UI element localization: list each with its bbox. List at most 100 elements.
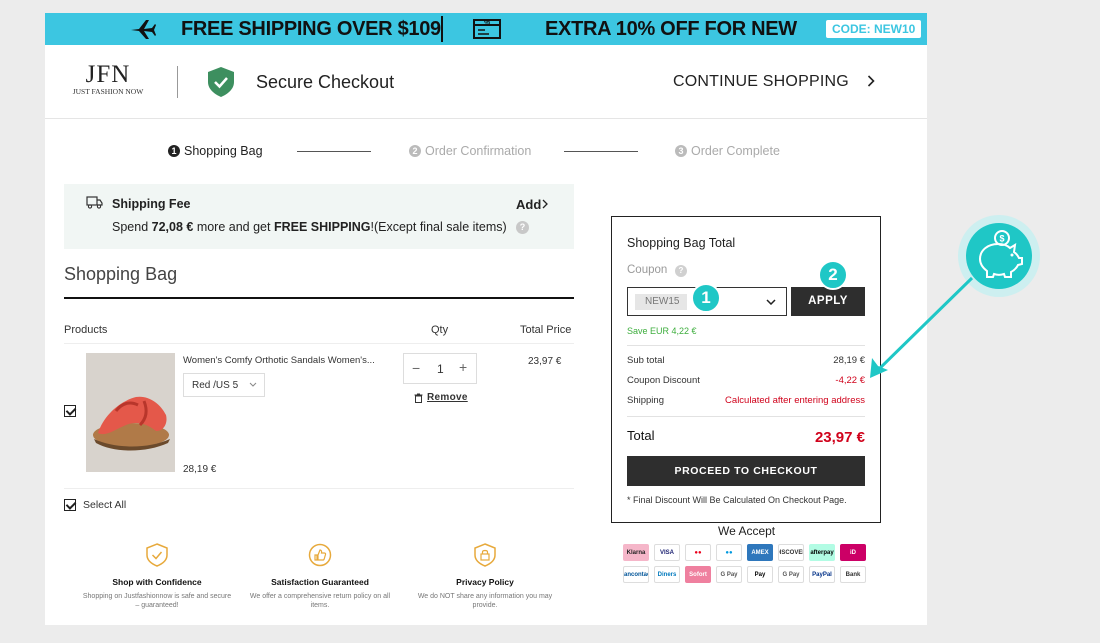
add-items-link[interactable]: Add <box>516 197 541 212</box>
payment-icon-visa: VISA <box>654 544 680 561</box>
qty-value[interactable]: 1 <box>437 362 444 376</box>
payment-icon-id: iD <box>840 544 866 561</box>
svg-text:$: $ <box>999 234 1004 244</box>
payment-icon-sofort: Sofort <box>685 566 711 583</box>
payment-icon-diners: Diners <box>654 566 680 583</box>
product-image[interactable] <box>86 353 175 472</box>
chevron-right-icon[interactable] <box>542 199 548 209</box>
row-divider <box>64 488 574 489</box>
shipping-fee-title: Shipping Fee <box>112 197 191 211</box>
step-shopping-bag: 1 Shopping Bag <box>168 144 263 158</box>
truck-icon <box>86 196 103 209</box>
coupon-help-icon[interactable]: ? <box>675 265 687 277</box>
airplane-icon <box>131 20 156 39</box>
payment-icon-discover: DISCOVER <box>778 544 804 561</box>
feature-privacy: Privacy Policy We do NOT share any infor… <box>410 543 560 610</box>
col-products: Products <box>64 324 108 336</box>
checkout-page: FREE SHIPPING OVER $109 % EXTRA 10% OFF … <box>45 13 927 625</box>
unit-price: 28,19 € <box>183 464 217 475</box>
payment-icon-g-pay: G Pay <box>716 566 742 583</box>
shield-check-icon <box>208 67 234 97</box>
step-order-confirmation: 2 Order Confirmation <box>409 144 531 158</box>
payment-icon-paypal: PayPal <box>809 566 835 583</box>
summary-divider <box>627 416 865 417</box>
sandal-image <box>86 353 175 472</box>
payment-icon--: ●● <box>685 544 711 561</box>
feature-title: Shop with Confidence <box>112 577 202 587</box>
step-label: Order Confirmation <box>425 144 532 158</box>
shield-check-icon <box>146 543 168 567</box>
step-number: 2 <box>409 145 421 157</box>
row-divider <box>64 343 574 344</box>
proceed-to-checkout-button[interactable]: PROCEED TO CHECKOUT <box>627 456 865 486</box>
checkout-note: * Final Discount Will Be Calculated On C… <box>627 495 847 505</box>
msg-suffix: !(Except final sale items) <box>370 220 507 234</box>
logo-main: JFN <box>85 61 131 88</box>
discount-row: Coupon Discount -4,22 € <box>627 375 865 386</box>
banner-shipping-text: FREE SHIPPING OVER $109 <box>181 18 441 40</box>
trash-icon <box>414 393 423 403</box>
chevron-down-icon <box>249 382 257 387</box>
step-label: Shopping Bag <box>184 144 263 158</box>
payment-icon-afterpay: afterpay <box>809 544 835 561</box>
payment-icon-klarna: Klarna <box>623 544 649 561</box>
help-icon[interactable]: ? <box>516 221 529 234</box>
svg-text:%: % <box>484 20 491 27</box>
total-label: Total <box>627 428 655 443</box>
lock-shield-icon <box>474 543 496 567</box>
banner-divider <box>441 16 443 42</box>
feature-confidence: Shop with Confidence Shopping on Justfas… <box>82 543 232 610</box>
product-name-link[interactable]: Women's Comfy Orthotic Sandals Women's..… <box>183 355 375 366</box>
shopping-bag-title: Shopping Bag <box>64 264 178 284</box>
discount-label: Coupon Discount <box>627 375 700 386</box>
select-all-label[interactable]: Select All <box>83 499 126 511</box>
coupon-value: NEW15 <box>635 294 688 310</box>
qty-decrease-button[interactable]: − <box>412 360 420 376</box>
quantity-stepper: − 1 + <box>403 353 477 384</box>
site-logo[interactable]: JFN JUST FASHION NOW <box>65 61 151 96</box>
shipping-fee-message: Spend 72,08 € more and get FREE SHIPPING… <box>112 220 507 234</box>
item-total-price: 23,97 € <box>528 356 562 367</box>
step-label: Order Complete <box>691 144 780 158</box>
we-accept-title: We Accept <box>718 524 776 538</box>
msg-amount: 72,08 € <box>151 220 194 234</box>
header-divider <box>177 66 178 98</box>
col-qty: Qty <box>431 324 449 336</box>
thumbs-up-badge-icon <box>308 543 332 567</box>
step-connector <box>297 151 371 152</box>
annotation-badge-1: 1 <box>691 283 721 313</box>
title-rule <box>64 297 574 299</box>
continue-shopping-link[interactable]: CONTINUE SHOPPING <box>673 73 849 91</box>
promo-banner[interactable]: FREE SHIPPING OVER $109 % EXTRA 10% OFF … <box>45 13 927 45</box>
feature-desc: Shopping on Justfashionnow is safe and s… <box>82 593 232 609</box>
checkout-header: JFN JUST FASHION NOW Secure Checkout CON… <box>45 45 927 119</box>
feature-title: Satisfaction Guaranteed <box>271 577 369 587</box>
variant-value: Red /US 5 <box>192 380 239 391</box>
payment-icon-amex: AMEX <box>747 544 773 561</box>
shipping-value: Calculated after entering address <box>725 395 865 406</box>
banner-discount-text: EXTRA 10% OFF FOR NEW <box>545 18 797 40</box>
logo-sub: JUST FASHION NOW <box>72 87 144 96</box>
annotation-arrow-icon <box>870 276 974 378</box>
chevron-right-icon[interactable] <box>867 75 875 87</box>
remove-button[interactable]: Remove <box>414 392 468 403</box>
variant-select[interactable]: Red /US 5 <box>183 373 265 397</box>
coupon-icon: % <box>473 19 501 39</box>
step-connector <box>564 151 638 152</box>
qty-increase-button[interactable]: + <box>459 359 467 375</box>
banner-code: CODE: NEW10 <box>826 20 922 38</box>
total-value: 23,97 € <box>814 429 865 446</box>
subtotal-label: Sub total <box>627 355 665 366</box>
annotation-badge-2: 2 <box>818 260 848 290</box>
item-checkbox[interactable] <box>64 405 76 417</box>
payment-icon--: ●● <box>716 544 742 561</box>
step-number: 3 <box>675 145 687 157</box>
shipping-label: Shipping <box>627 395 664 406</box>
step-order-complete: 3 Order Complete <box>675 144 780 158</box>
select-all-checkbox[interactable] <box>64 499 76 511</box>
save-text: Save EUR 4,22 € <box>627 326 697 336</box>
payment-icon-pay: Pay <box>747 566 773 583</box>
shipping-fee-notice: Shipping Fee Add Spend 72,08 € more and … <box>64 184 574 249</box>
msg-prefix: Spend <box>112 220 152 234</box>
step-number: 1 <box>168 145 180 157</box>
